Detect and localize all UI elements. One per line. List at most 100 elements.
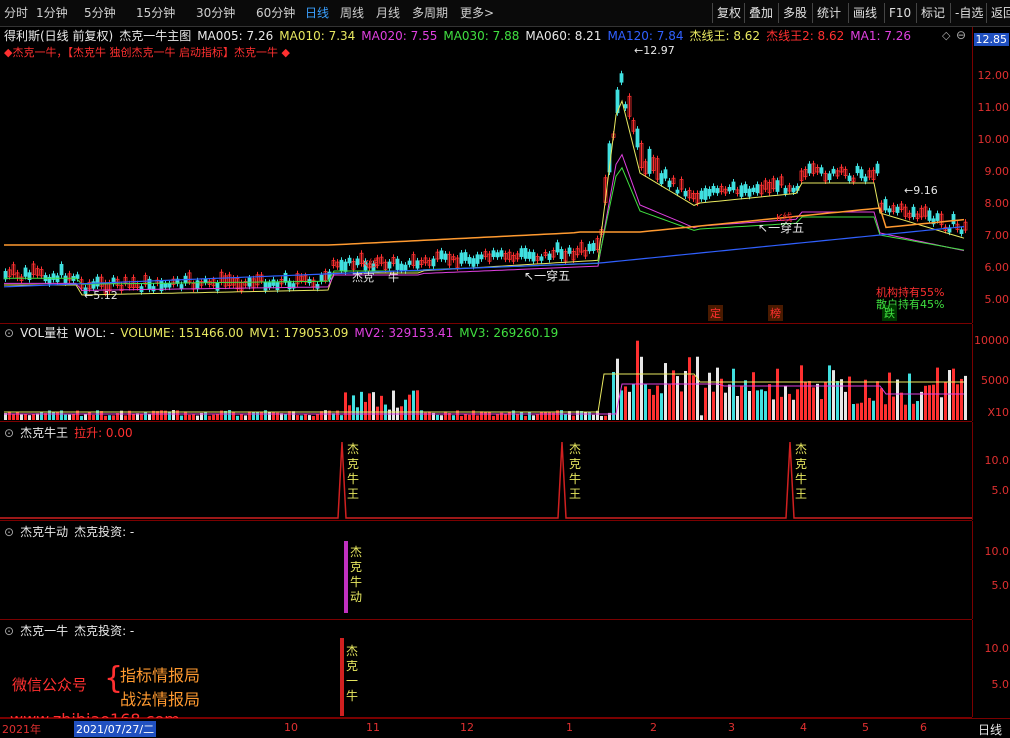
volume-bar bbox=[724, 392, 727, 420]
candle-body bbox=[555, 242, 560, 253]
candle-body bbox=[387, 261, 392, 269]
candle-body bbox=[475, 254, 480, 264]
volume-bar bbox=[820, 399, 823, 420]
volume-bar bbox=[112, 415, 115, 420]
volume-bar bbox=[600, 415, 603, 420]
candle-body bbox=[283, 272, 288, 283]
candle-body bbox=[459, 252, 464, 264]
candle-body bbox=[467, 257, 472, 264]
volume-bar bbox=[880, 388, 883, 420]
volume-bar bbox=[832, 370, 835, 420]
niudong-tick: 5.0 bbox=[991, 579, 1010, 592]
candle-body bbox=[567, 247, 572, 254]
period-monthly[interactable]: 月线 bbox=[376, 4, 400, 22]
niuwang-chart[interactable] bbox=[0, 422, 972, 520]
ma020-line bbox=[4, 153, 965, 291]
volume-bar bbox=[700, 415, 703, 420]
adjust-button[interactable]: 复权 bbox=[712, 3, 745, 23]
volume-bar bbox=[948, 370, 951, 420]
volume-bar bbox=[544, 411, 547, 420]
volume-bar bbox=[840, 379, 843, 420]
volume-chart[interactable] bbox=[0, 324, 972, 421]
watermark-line2: 战法情报局 bbox=[120, 690, 201, 709]
volume-bar bbox=[628, 391, 631, 420]
yichuanwu-annotation-1: ↖一穿五 bbox=[524, 269, 571, 283]
volume-bar bbox=[620, 390, 623, 420]
volume-bar bbox=[340, 415, 343, 420]
candle-body bbox=[667, 180, 672, 188]
period-60min[interactable]: 60分钟 bbox=[256, 4, 295, 22]
volume-bar bbox=[916, 401, 919, 420]
overlay-button[interactable]: 叠加 bbox=[744, 3, 777, 23]
volume-bar bbox=[488, 411, 491, 420]
volume-bar bbox=[812, 387, 815, 420]
level-annotation: ←9.16 bbox=[904, 184, 938, 197]
month-label: 2 bbox=[650, 721, 657, 734]
volume-bar bbox=[632, 384, 635, 420]
draw-button[interactable]: 画线 bbox=[848, 3, 881, 23]
jiexianwang-line bbox=[4, 207, 965, 246]
watchlist-button[interactable]: -自选 bbox=[950, 3, 987, 23]
candle-body bbox=[739, 185, 744, 197]
candle-body bbox=[855, 165, 860, 174]
candlestick-chart[interactable] bbox=[0, 27, 972, 323]
period-multi[interactable]: 多周期 bbox=[412, 4, 448, 22]
volume-bar bbox=[656, 385, 659, 420]
volume-bar bbox=[388, 409, 391, 420]
volume-bar bbox=[900, 392, 903, 420]
stats-button[interactable]: 统计 bbox=[812, 3, 845, 23]
mark-button[interactable]: 标记 bbox=[916, 3, 949, 23]
yiniu-axis: 10.0 5.0 bbox=[972, 620, 1010, 717]
candle-body bbox=[859, 169, 864, 179]
candle-body bbox=[659, 173, 664, 185]
f10-button[interactable]: F10 bbox=[884, 3, 915, 23]
candle-body bbox=[591, 243, 596, 251]
volume-bar bbox=[380, 395, 383, 420]
volume-bar bbox=[216, 413, 219, 420]
volume-bar bbox=[8, 411, 11, 420]
diamond-icon[interactable]: ◇ bbox=[942, 29, 950, 42]
volume-bar bbox=[104, 415, 107, 420]
volume-bar bbox=[124, 415, 127, 420]
kline-mark-1: K线 bbox=[362, 259, 379, 270]
candle-body bbox=[751, 187, 756, 193]
candle-body bbox=[263, 281, 268, 291]
candle-body bbox=[63, 275, 68, 284]
period-5min[interactable]: 5分钟 bbox=[84, 4, 116, 22]
volume-bar bbox=[408, 394, 411, 420]
period-indicator[interactable]: 日线 bbox=[978, 721, 1002, 738]
volume-bar bbox=[676, 376, 679, 420]
candle-body bbox=[179, 284, 184, 289]
candle-body bbox=[163, 283, 168, 288]
volume-bar bbox=[660, 393, 663, 420]
period-15min[interactable]: 15分钟 bbox=[136, 4, 175, 22]
period-1min[interactable]: 1分钟 bbox=[36, 4, 68, 22]
volume-bar bbox=[404, 399, 407, 420]
volume-bar bbox=[392, 390, 395, 420]
volume-bar bbox=[400, 406, 403, 420]
volume-bar bbox=[524, 415, 527, 420]
period-30min[interactable]: 30分钟 bbox=[196, 4, 235, 22]
niudong-name[interactable]: 杰克牛动 bbox=[20, 525, 68, 539]
multi-stock-button[interactable]: 多股 bbox=[778, 3, 811, 23]
gear-icon[interactable]: ⊙ bbox=[4, 525, 14, 539]
volume-bar bbox=[260, 411, 263, 420]
yiniu-mark: 杰克一牛 bbox=[345, 644, 358, 703]
gear-icon[interactable]: ⊙ bbox=[4, 624, 14, 638]
candle-body bbox=[491, 250, 496, 257]
period-fenshi[interactable]: 分时 bbox=[4, 4, 28, 22]
period-weekly[interactable]: 周线 bbox=[340, 4, 364, 22]
volume-bar bbox=[884, 404, 887, 420]
back-button[interactable]: 返回 bbox=[986, 3, 1010, 23]
yiniu-name[interactable]: 杰克一牛 bbox=[20, 624, 68, 638]
candle-body bbox=[895, 206, 900, 213]
volume-bar bbox=[704, 387, 707, 420]
period-daily[interactable]: 日线 bbox=[305, 4, 329, 22]
volume-bar bbox=[652, 394, 655, 420]
candle-body bbox=[519, 248, 524, 257]
candle-body bbox=[775, 180, 780, 192]
close-icon[interactable]: ⊖ bbox=[956, 28, 966, 42]
period-more[interactable]: 更多> bbox=[460, 4, 494, 22]
candle-body bbox=[399, 263, 404, 272]
volume-bar bbox=[504, 414, 507, 420]
